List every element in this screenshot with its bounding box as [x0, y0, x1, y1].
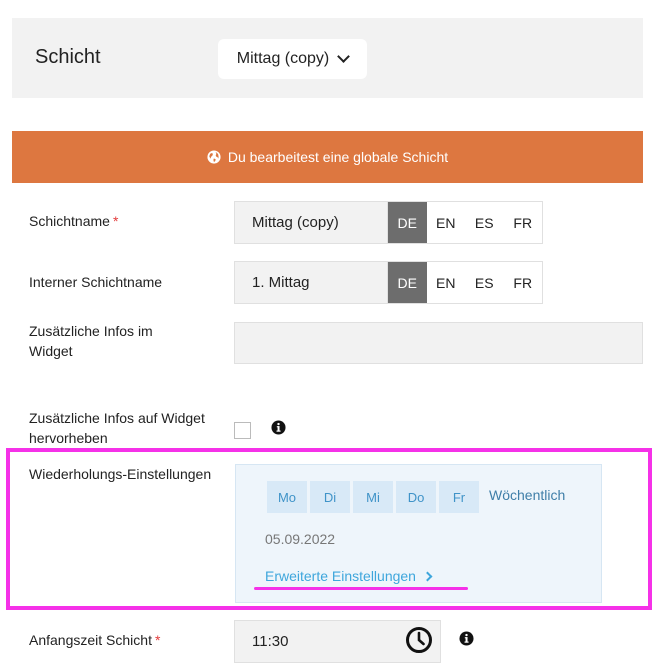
- chevron-right-icon: [422, 571, 433, 581]
- day-monday[interactable]: Mo: [267, 481, 307, 513]
- highlight-widget-label: Zusätzliche Infos auf Widget hervorheben: [29, 410, 205, 446]
- lang-en[interactable]: EN: [427, 202, 466, 243]
- start-time-label: Anfangszeit Schicht *: [29, 632, 161, 648]
- widget-info-label: Zusätzliche Infos im Widget: [29, 323, 153, 359]
- lang-es[interactable]: ES: [465, 202, 504, 243]
- day-friday[interactable]: Fr: [439, 481, 479, 513]
- highlight-widget-checkbox[interactable]: [234, 422, 251, 439]
- shift-name-label: Schichtname *: [29, 213, 119, 229]
- day-wednesday[interactable]: Mi: [353, 481, 393, 513]
- repeat-frequency: Wöchentlich: [489, 487, 566, 503]
- internal-name-lang-switch: DE EN ES FR: [388, 261, 543, 304]
- shift-label: Schicht: [35, 46, 101, 68]
- lang-en[interactable]: EN: [427, 262, 466, 303]
- shift-select-value: Mittag (copy): [236, 50, 330, 67]
- highlight-underline: [254, 587, 468, 590]
- clock-icon[interactable]: [405, 626, 433, 654]
- repeat-settings-label: Wiederholungs-Einstellungen: [29, 466, 212, 482]
- internal-name-input[interactable]: 1. Mittag: [234, 261, 388, 304]
- advanced-settings-link[interactable]: Erweiterte Einstellungen: [265, 568, 433, 584]
- shift-select[interactable]: Mittag (copy): [218, 39, 367, 79]
- shift-name-lang-switch: DE EN ES FR: [388, 201, 543, 244]
- globe-icon: [207, 150, 221, 164]
- global-shift-banner: Du bearbeitest eine globale Schicht: [12, 131, 643, 183]
- lang-de[interactable]: DE: [388, 262, 427, 303]
- lang-fr[interactable]: FR: [504, 202, 543, 243]
- info-icon[interactable]: [271, 420, 286, 435]
- day-thursday[interactable]: Do: [396, 481, 436, 513]
- info-icon[interactable]: [459, 631, 474, 646]
- required-mark: *: [112, 213, 119, 229]
- shift-name-input[interactable]: Mittag (copy): [234, 201, 388, 244]
- lang-es[interactable]: ES: [465, 262, 504, 303]
- lang-de[interactable]: DE: [388, 202, 427, 243]
- required-mark: *: [154, 632, 161, 648]
- repeat-start-date: 05.09.2022: [265, 531, 336, 547]
- day-tuesday[interactable]: Di: [310, 481, 350, 513]
- internal-name-label: Interner Schichtname: [29, 274, 163, 290]
- lang-fr[interactable]: FR: [504, 262, 543, 303]
- banner-text: Du bearbeitest eine globale Schicht: [227, 149, 449, 165]
- widget-info-textarea[interactable]: [234, 322, 643, 364]
- shift-header: Schicht Mittag (copy): [12, 18, 643, 98]
- chevron-down-icon: [337, 50, 351, 63]
